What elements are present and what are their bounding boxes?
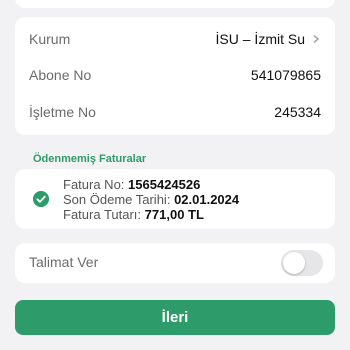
- instruction-card: Talimat Ver: [15, 243, 335, 283]
- institution-value: İSU – İzmit Su: [215, 31, 305, 47]
- invoice-amount-label: Fatura Tutarı:: [63, 207, 142, 222]
- facility-row: İşletme No 245334: [15, 94, 335, 130]
- institution-row[interactable]: Kurum İSU – İzmit Su: [15, 21, 335, 57]
- subscription-info-card: Kurum İSU – İzmit Su Abone No 541079865 …: [15, 17, 335, 135]
- invoice-due-value: 02.01.2024: [174, 192, 240, 207]
- instruction-toggle[interactable]: [281, 250, 323, 276]
- institution-label: Kurum: [29, 31, 71, 47]
- facility-label: İşletme No: [29, 104, 96, 120]
- invoice-amount-value: 771,00 TL: [144, 207, 204, 222]
- invoice-number-label: Fatura No:: [63, 177, 125, 192]
- invoice-details: Fatura No: 1565424526 Son Ödeme Tarihi: …: [63, 177, 239, 222]
- invoice-amount-line: Fatura Tutarı: 771,00 TL: [63, 207, 239, 222]
- checkmark-circle-icon[interactable]: [33, 191, 49, 207]
- invoice-card[interactable]: Fatura No: 1565424526 Son Ödeme Tarihi: …: [15, 169, 335, 229]
- invoice-number-line: Fatura No: 1565424526: [63, 177, 239, 192]
- subscriber-value: 541079865: [250, 67, 321, 83]
- invoice-due-line: Son Ödeme Tarihi: 02.01.2024: [63, 192, 239, 207]
- subscriber-label: Abone No: [29, 67, 92, 83]
- invoice-due-label: Son Ödeme Tarihi:: [63, 192, 171, 207]
- invoice-number-value: 1565424526: [128, 177, 201, 192]
- toggle-knob: [283, 252, 305, 274]
- unpaid-invoices-title: Ödenmemiş Faturalar: [33, 153, 147, 165]
- chevron-right-icon: [313, 34, 320, 44]
- subscriber-row: Abone No 541079865: [15, 57, 335, 93]
- facility-value: 245334: [274, 104, 321, 120]
- instruction-label: Talimat Ver: [29, 254, 99, 270]
- previous-card: [15, 0, 335, 8]
- next-button[interactable]: İleri: [15, 300, 335, 335]
- institution-value-wrap: İSU – İzmit Su: [216, 31, 321, 47]
